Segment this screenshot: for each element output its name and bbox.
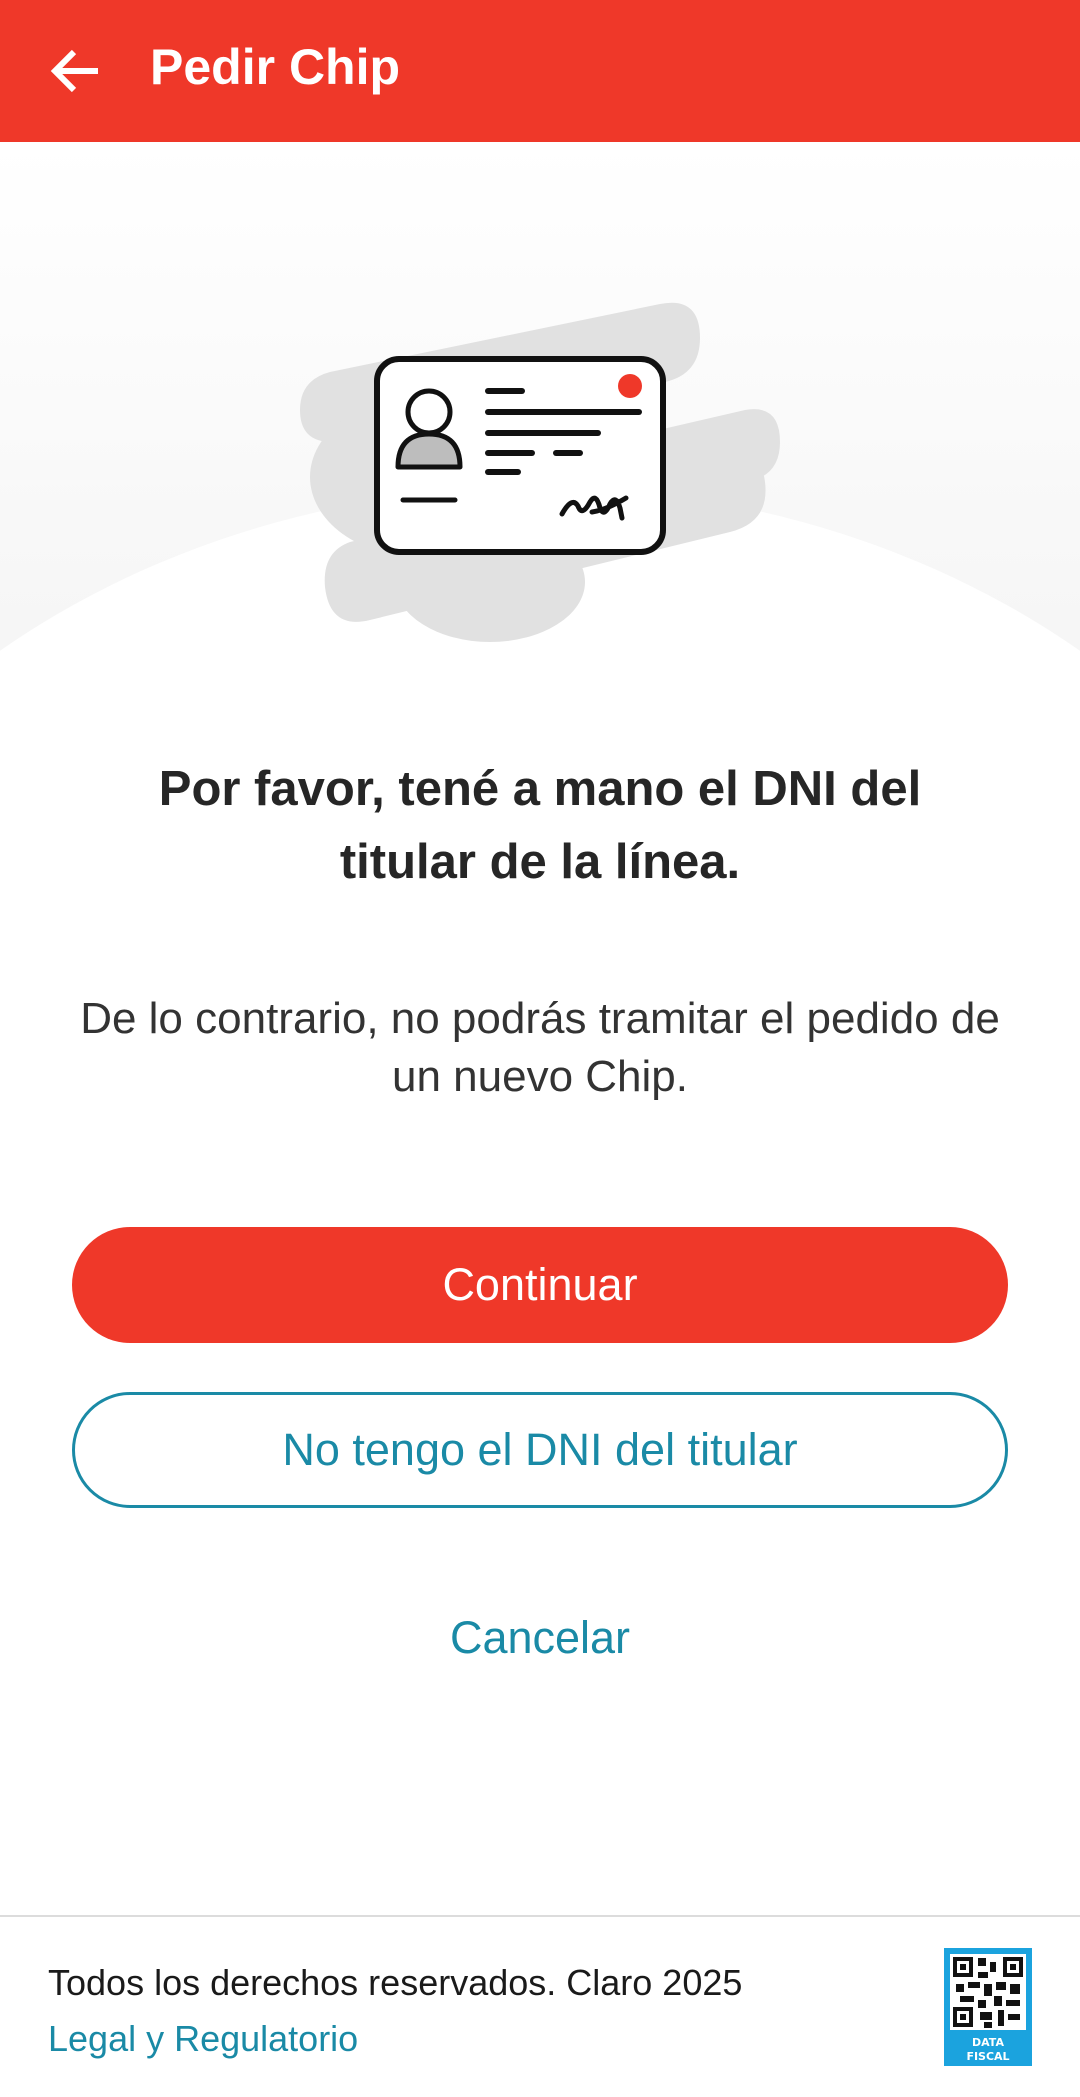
legal-regulatory-link[interactable]: Legal y Regulatorio xyxy=(48,2016,358,2062)
hero-section xyxy=(0,142,1080,742)
page-title: Pedir Chip xyxy=(150,39,401,95)
data-fiscal-badge[interactable]: DATA FISCAL xyxy=(944,1948,1032,2066)
badge-text-fiscal: FISCAL xyxy=(966,2050,1009,2063)
back-button[interactable] xyxy=(28,23,124,119)
main-heading: Por favor, tené a mano el DNI del titula… xyxy=(158,762,922,889)
app-header: Pedir Chip xyxy=(0,0,1080,142)
footer-divider xyxy=(0,1915,1080,1917)
badge-text-data: DATA xyxy=(972,2036,1004,2049)
description-text: De lo contrario, no podrás tramitar el p… xyxy=(80,994,1000,1101)
data-fiscal-qr-icon: DATA FISCAL xyxy=(944,1948,1032,2066)
arrow-left-icon xyxy=(50,49,98,93)
footer-copyright: Todos los derechos reservados. Claro 202… xyxy=(48,1962,743,2003)
cancel-link[interactable]: Cancelar xyxy=(340,1600,740,1676)
id-card-icon xyxy=(300,302,780,642)
continue-button[interactable]: Continuar xyxy=(72,1227,1008,1343)
no-dni-button[interactable]: No tengo el DNI del titular xyxy=(72,1392,1008,1508)
